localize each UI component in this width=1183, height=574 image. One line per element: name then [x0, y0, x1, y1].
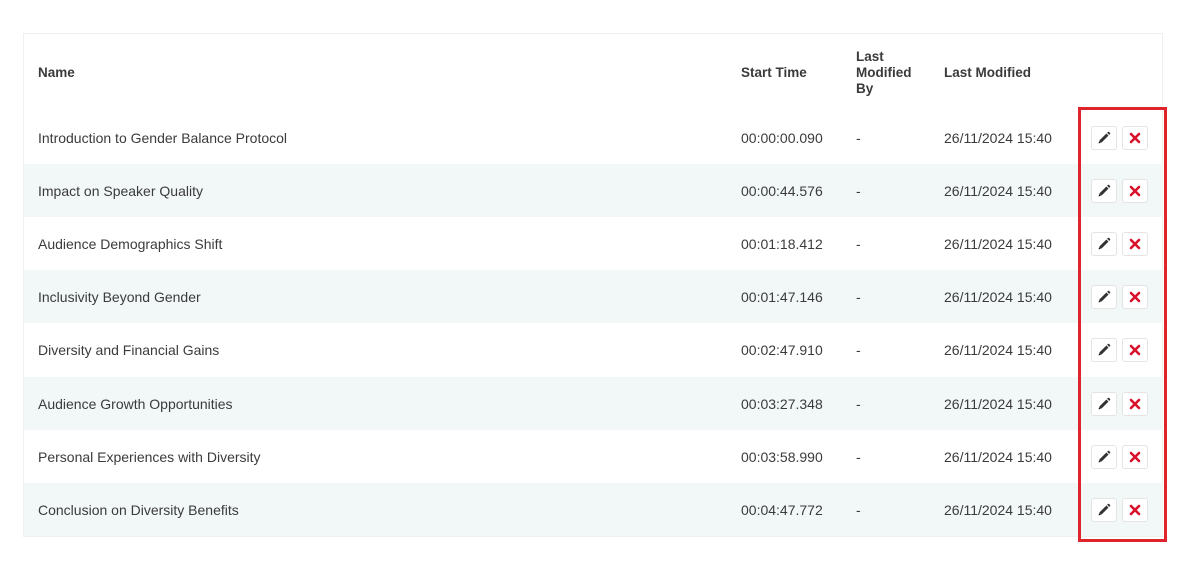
delete-button[interactable]: [1122, 444, 1148, 469]
chapter-last-modified-by: -: [856, 235, 861, 252]
chapter-start-time: 00:01:47.146: [741, 288, 823, 305]
table-row[interactable]: Diversity and Financial Gains 00:02:47.91…: [24, 323, 1163, 377]
chapter-start-time: 00:01:18.412: [741, 235, 823, 252]
chapter-start-time: 00:03:27.348: [741, 395, 823, 412]
chapter-last-modified-by: -: [856, 288, 861, 305]
delete-button[interactable]: [1122, 231, 1148, 256]
chapter-last-modified-by: -: [856, 395, 861, 412]
chapter-start-time: 00:04:47.772: [741, 501, 823, 518]
close-icon: [1129, 132, 1141, 144]
delete-button[interactable]: [1122, 391, 1148, 416]
close-icon: [1129, 291, 1141, 303]
row-actions: [1091, 111, 1148, 164]
row-actions: [1091, 270, 1148, 323]
chapter-name: Impact on Speaker Quality: [38, 182, 203, 199]
column-header-start-time[interactable]: Start Time: [741, 65, 807, 81]
chapter-last-modified: 26/11/2024 15:40: [944, 501, 1052, 518]
chapter-start-time: 00:00:44.576: [741, 182, 823, 199]
edit-button[interactable]: [1091, 284, 1117, 309]
row-actions: [1091, 430, 1148, 483]
column-header-last-modified[interactable]: Last Modified: [944, 65, 1031, 81]
delete-button[interactable]: [1122, 125, 1148, 150]
pencil-icon: [1097, 450, 1111, 464]
edit-button[interactable]: [1091, 338, 1117, 362]
pencil-icon: [1097, 290, 1111, 304]
table-row[interactable]: Introduction to Gender Balance Protocol 0…: [24, 111, 1163, 164]
delete-button[interactable]: [1122, 178, 1148, 203]
chapter-name: Inclusivity Beyond Gender: [38, 288, 201, 305]
delete-button[interactable]: [1122, 497, 1148, 522]
table-row[interactable]: Audience Growth Opportunities 00:03:27.34…: [24, 377, 1163, 430]
chapter-last-modified-by: -: [856, 501, 861, 518]
chapter-last-modified: 26/11/2024 15:40: [944, 129, 1052, 146]
chapter-name: Conclusion on Diversity Benefits: [38, 501, 239, 518]
row-actions: [1091, 323, 1148, 377]
chapter-last-modified-by: -: [856, 129, 861, 146]
chapters-table: Name Start Time Last Modified By Last Mo…: [23, 33, 1163, 537]
edit-button[interactable]: [1091, 231, 1117, 256]
pencil-icon: [1097, 503, 1111, 517]
chapter-last-modified-by: -: [856, 448, 861, 465]
chapter-last-modified: 26/11/2024 15:40: [944, 342, 1052, 358]
table-row[interactable]: Personal Experiences with Diversity 00:03…: [24, 430, 1163, 483]
chapter-start-time: 00:03:58.990: [741, 448, 823, 465]
edit-button[interactable]: [1091, 497, 1117, 522]
chapter-last-modified: 26/11/2024 15:40: [944, 395, 1052, 412]
edit-button[interactable]: [1091, 391, 1117, 416]
chapter-name: Introduction to Gender Balance Protocol: [38, 129, 288, 146]
chapter-name: Diversity and Financial Gains: [38, 342, 220, 358]
edit-button[interactable]: [1091, 178, 1117, 203]
chapter-last-modified: 26/11/2024 15:40: [944, 288, 1052, 305]
row-actions: [1091, 483, 1148, 536]
chapter-name: Audience Growth Opportunities: [38, 395, 233, 412]
row-actions: [1091, 217, 1148, 270]
column-header-name[interactable]: Name: [38, 65, 75, 81]
pencil-icon: [1097, 343, 1111, 357]
row-actions: [1091, 164, 1148, 217]
table-row[interactable]: Audience Demographics Shift 00:01:18.412 -…: [24, 217, 1163, 270]
chapter-name: Personal Experiences with Diversity: [38, 448, 261, 465]
column-header-last-modified-by[interactable]: Last Modified By: [856, 49, 931, 97]
pencil-icon: [1097, 397, 1111, 411]
chapter-last-modified: 26/11/2024 15:40: [944, 448, 1052, 465]
edit-button[interactable]: [1091, 444, 1117, 469]
close-icon: [1129, 185, 1141, 197]
table-row[interactable]: Conclusion on Diversity Benefits 00:04:47…: [24, 483, 1163, 536]
chapter-last-modified: 26/11/2024 15:40: [944, 235, 1052, 252]
table-header: Name Start Time Last Modified By Last Mo…: [24, 34, 1163, 111]
close-icon: [1129, 451, 1141, 463]
delete-button[interactable]: [1122, 338, 1148, 362]
chapter-start-time: 00:02:47.910: [741, 342, 823, 358]
pencil-icon: [1097, 184, 1111, 198]
close-icon: [1129, 238, 1141, 250]
close-icon: [1129, 504, 1141, 516]
table-row[interactable]: Inclusivity Beyond Gender 00:01:47.146 - 26…: [24, 270, 1163, 323]
pencil-icon: [1097, 237, 1111, 251]
chapter-last-modified: 26/11/2024 15:40: [944, 182, 1052, 199]
table-body: Introduction to Gender Balance Protocol 0…: [24, 111, 1163, 536]
row-actions: [1091, 377, 1148, 430]
chapter-name: Audience Demographics Shift: [38, 235, 223, 252]
table-row[interactable]: Impact on Speaker Quality 00:00:44.576 - 26…: [24, 164, 1163, 217]
close-icon: [1129, 398, 1141, 410]
pencil-icon: [1097, 131, 1111, 145]
chapter-last-modified-by: -: [856, 342, 861, 358]
close-icon: [1129, 344, 1141, 356]
delete-button[interactable]: [1122, 284, 1148, 309]
chapter-last-modified-by: -: [856, 182, 861, 199]
edit-button[interactable]: [1091, 125, 1117, 150]
chapter-start-time: 00:00:00.090: [741, 129, 823, 146]
